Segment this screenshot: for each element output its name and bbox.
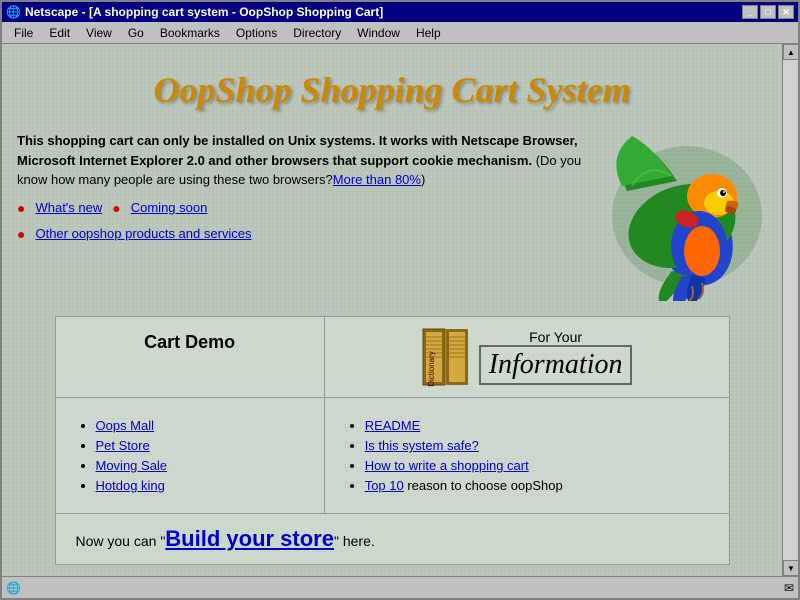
menu-directory[interactable]: Directory — [285, 24, 349, 42]
build-store-suffix: " here. — [334, 533, 375, 549]
status-bar: 🌐 ✉ — [2, 576, 798, 598]
menu-window[interactable]: Window — [349, 24, 408, 42]
bottom-text: What do you think about this system? Ple… — [17, 575, 767, 576]
bottom-static-text: What do you think about this system? Ple… — [17, 575, 276, 576]
list-item: README — [365, 418, 709, 433]
info-header: Dictionary For Your Information — [325, 317, 729, 397]
title-bar-buttons: _ □ ✕ — [742, 5, 794, 19]
cart-demo-list: Oops Mall Pet Store Moving Sale Hotdog k… — [76, 418, 304, 493]
main-table: Cart Demo — [55, 316, 730, 565]
list-item: How to write a shopping cart — [365, 458, 709, 473]
table-body-row: Oops Mall Pet Store Moving Sale Hotdog k… — [56, 397, 729, 513]
more-than-link[interactable]: More than 80% — [333, 172, 421, 187]
menu-options[interactable]: Options — [228, 24, 285, 42]
list-item: Pet Store — [96, 438, 304, 453]
intro-text: This shopping cart can only be installed… — [17, 131, 607, 260]
list-item: Top 10 reason to choose oopShop — [365, 478, 709, 493]
cart-demo-body: Oops Mall Pet Store Moving Sale Hotdog k… — [56, 398, 325, 513]
title-bar-left: 🌐 Netscape - [A shopping cart system - O… — [6, 5, 383, 19]
table-header-row: Cart Demo — [56, 317, 729, 397]
cart-demo-label: Cart Demo — [144, 332, 235, 352]
links-row-2: ● Other oopshop products and services — [17, 224, 597, 245]
bullet-2: ● — [112, 198, 120, 219]
menu-file[interactable]: File — [6, 24, 41, 42]
links-row-1: ● What's new ● Coming soon — [17, 198, 597, 219]
scroll-down-button[interactable]: ▼ — [783, 560, 798, 576]
close-button[interactable]: ✕ — [778, 5, 794, 19]
page-content: OopShop Shopping Cart System This shoppi… — [2, 44, 782, 576]
write-cart-link[interactable]: How to write a shopping cart — [365, 458, 529, 473]
coming-soon-link[interactable]: Coming soon — [131, 198, 208, 218]
oops-mall-link[interactable]: Oops Mall — [96, 418, 155, 433]
window-title: Netscape - [A shopping cart system - Oop… — [25, 5, 383, 19]
safe-link[interactable]: Is this system safe? — [365, 438, 479, 453]
info-list: README Is this system safe? How to write… — [345, 418, 709, 493]
build-store-link[interactable]: Build your store — [165, 526, 334, 551]
menu-edit[interactable]: Edit — [41, 24, 78, 42]
minimize-button[interactable]: _ — [742, 5, 758, 19]
readme-link[interactable]: README — [365, 418, 421, 433]
list-item: Hotdog king — [96, 478, 304, 493]
whats-new-link[interactable]: What's new — [35, 198, 102, 218]
cart-demo-header: Cart Demo — [56, 317, 325, 397]
status-right: ✉ — [784, 581, 794, 595]
info-title-block: For Your Information — [479, 329, 633, 385]
other-products-link[interactable]: Other oopshop products and services — [35, 224, 251, 244]
build-store-row: Now you can "Build your store" here. — [56, 513, 729, 564]
content-area: OopShop Shopping Cart System This shoppi… — [2, 44, 798, 576]
dictionary-icon: Dictionary — [421, 327, 471, 387]
svg-text:Dictionary: Dictionary — [427, 351, 436, 387]
menu-bar: File Edit View Go Bookmarks Options Dire… — [2, 22, 798, 44]
intro-section: This shopping cart can only be installed… — [17, 131, 767, 301]
scrollbar: ▲ ▼ — [782, 44, 798, 576]
info-for-your: For Your — [479, 329, 633, 345]
menu-bookmarks[interactable]: Bookmarks — [152, 24, 228, 42]
maximize-button[interactable]: □ — [760, 5, 776, 19]
moving-sale-link[interactable]: Moving Sale — [96, 458, 168, 473]
page-title: OopShop Shopping Cart System — [17, 64, 767, 116]
mail-icon: ✉ — [784, 581, 794, 595]
top-10-text: Top 10 reason to choose oopShop — [365, 478, 563, 493]
list-item: Oops Mall — [96, 418, 304, 433]
scroll-up-button[interactable]: ▲ — [783, 44, 798, 60]
tell-us-link[interactable]: tell us — [280, 575, 314, 576]
parrot-svg — [607, 131, 767, 301]
info-body: README Is this system safe? How to write… — [325, 398, 729, 513]
info-header-content: Dictionary For Your Information — [335, 327, 719, 387]
title-bar: 🌐 Netscape - [A shopping cart system - O… — [2, 2, 798, 22]
menu-go[interactable]: Go — [120, 24, 152, 42]
list-item: Moving Sale — [96, 458, 304, 473]
list-item: Is this system safe? — [365, 438, 709, 453]
menu-help[interactable]: Help — [408, 24, 449, 42]
bullet-3: ● — [17, 224, 25, 245]
status-icon: 🌐 — [6, 581, 21, 595]
top-10-link[interactable]: Top 10 — [365, 478, 404, 493]
hotdog-king-link[interactable]: Hotdog king — [96, 478, 165, 493]
app-icon: 🌐 — [6, 5, 21, 19]
bullet-1: ● — [17, 198, 25, 219]
menu-view[interactable]: View — [78, 24, 120, 42]
browser-window: 🌐 Netscape - [A shopping cart system - O… — [0, 0, 800, 600]
close-paren: ) — [421, 172, 425, 187]
info-information: Information — [479, 345, 633, 385]
intro-bold-text: This shopping cart can only be installed… — [17, 133, 578, 168]
build-store-prefix: Now you can " — [76, 533, 166, 549]
status-left: 🌐 — [6, 581, 784, 595]
scroll-track[interactable] — [783, 60, 798, 560]
parrot-image — [607, 131, 767, 301]
pet-store-link[interactable]: Pet Store — [96, 438, 150, 453]
